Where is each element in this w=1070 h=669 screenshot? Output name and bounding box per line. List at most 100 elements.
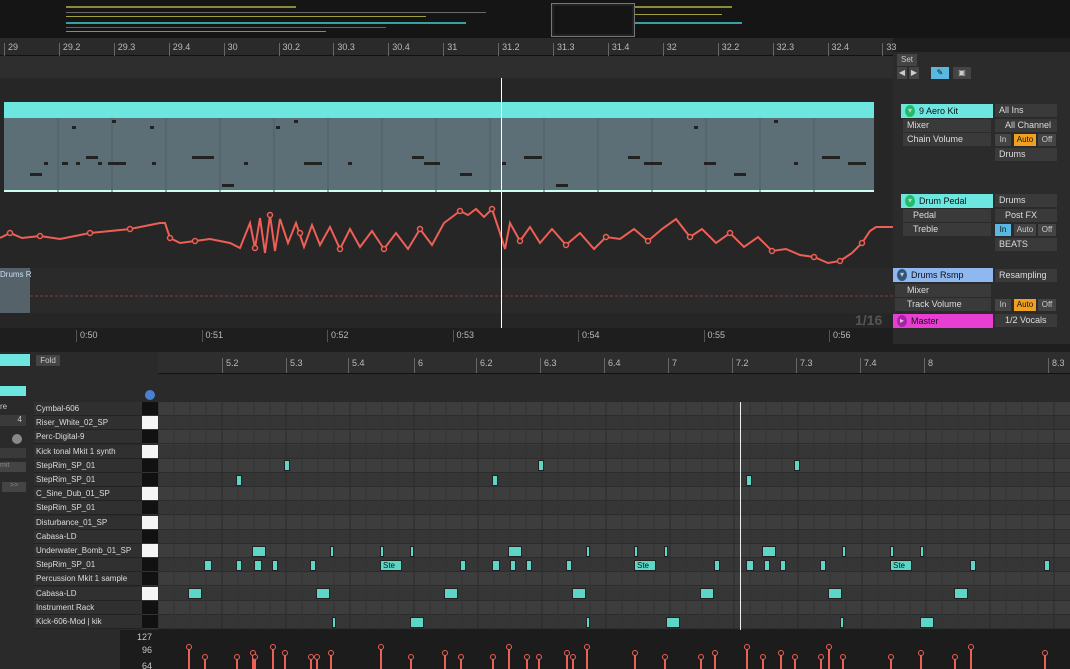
- set-button[interactable]: Set: [897, 54, 917, 66]
- edit-mode-icon[interactable]: ✎: [931, 67, 949, 79]
- piano-key[interactable]: [142, 572, 158, 587]
- drum-pad-label[interactable]: Percussion Mkit 1 sample: [34, 572, 142, 587]
- velocity-stem[interactable]: [508, 647, 510, 669]
- track1-param-select[interactable]: Chain Volume: [903, 133, 991, 146]
- track-title-drums-rsmp[interactable]: Drums Rsmp: [893, 268, 993, 282]
- midi-note[interactable]: [634, 545, 638, 557]
- settings-icon[interactable]: [12, 434, 22, 444]
- midi-note[interactable]: [510, 559, 516, 571]
- velocity-handle[interactable]: [270, 644, 276, 650]
- midi-note[interactable]: [410, 616, 424, 628]
- track1-output-select[interactable]: Drums: [995, 148, 1057, 161]
- midi-clip-header[interactable]: [4, 102, 874, 118]
- midi-note[interactable]: [828, 588, 842, 600]
- midi-note[interactable]: [316, 588, 330, 600]
- velocity-stem[interactable]: [970, 647, 972, 669]
- velocity-handle[interactable]: [524, 654, 530, 660]
- track1-device-select[interactable]: Mixer: [903, 119, 991, 132]
- track2-monitor-in[interactable]: In: [995, 224, 1011, 236]
- midi-note[interactable]: [970, 559, 976, 571]
- arrangement-playhead[interactable]: [501, 78, 502, 328]
- velocity-handle[interactable]: [632, 650, 638, 656]
- midi-note[interactable]: [780, 559, 786, 571]
- midi-note[interactable]: [762, 545, 776, 557]
- drum-pad-label[interactable]: Cabasa-LD: [34, 529, 142, 544]
- velocity-handle[interactable]: [792, 654, 798, 660]
- midi-note[interactable]: [714, 559, 720, 571]
- commit-button[interactable]: mit: [0, 462, 26, 472]
- track2-group-select[interactable]: BEATS: [995, 238, 1057, 251]
- track3-monitor-auto[interactable]: Auto: [1014, 299, 1036, 311]
- midi-note[interactable]: [794, 460, 800, 472]
- midi-note[interactable]: [586, 545, 590, 557]
- piano-key[interactable]: [142, 558, 158, 573]
- velocity-handle[interactable]: [662, 654, 668, 660]
- drum-pad-label[interactable]: C_Sine_Dub_01_SP: [34, 487, 142, 502]
- velocity-handle[interactable]: [458, 654, 464, 660]
- drums-r-clip[interactable]: Drums R: [0, 268, 32, 313]
- velocity-stem[interactable]: [828, 647, 830, 669]
- track3-input-select[interactable]: Resampling: [995, 269, 1057, 282]
- piano-key[interactable]: [142, 473, 158, 487]
- velocity-stem[interactable]: [272, 647, 274, 669]
- drum-pad-label[interactable]: StepRim_SP_01: [34, 558, 142, 573]
- drum-pad-label[interactable]: Kick-606-Mod | kik: [34, 615, 142, 629]
- velocity-lane[interactable]: [158, 630, 1070, 669]
- midi-note[interactable]: [492, 559, 500, 571]
- velocity-handle[interactable]: [888, 654, 894, 660]
- velocity-stem[interactable]: [380, 647, 382, 669]
- velocity-handle[interactable]: [490, 654, 496, 660]
- drum-pad-label[interactable]: StepRim_SP_01: [34, 458, 142, 473]
- velocity-handle[interactable]: [952, 654, 958, 660]
- nav-right-icon[interactable]: ▶: [909, 67, 919, 79]
- track2-monitor-auto[interactable]: Auto: [1014, 224, 1036, 236]
- track1-monitor-in[interactable]: In: [995, 134, 1011, 146]
- piano-key[interactable]: [142, 458, 158, 473]
- midi-note[interactable]: [330, 545, 334, 557]
- midi-note[interactable]: [538, 460, 544, 472]
- track1-channel-select[interactable]: All Channel: [995, 119, 1057, 132]
- velocity-handle[interactable]: [826, 644, 832, 650]
- velocity-stem[interactable]: [586, 647, 588, 669]
- velocity-handle[interactable]: [564, 650, 570, 656]
- piano-key[interactable]: [142, 529, 158, 544]
- lock-icon[interactable]: ▣: [953, 67, 971, 79]
- track1-monitor-off[interactable]: Off: [1038, 134, 1056, 146]
- midi-note[interactable]: [236, 559, 242, 571]
- midi-note[interactable]: [444, 588, 458, 600]
- midi-note[interactable]: [746, 559, 754, 571]
- arrangement-overview[interactable]: [0, 0, 1070, 38]
- midi-note[interactable]: [920, 545, 924, 557]
- midi-note[interactable]: [746, 474, 752, 486]
- piano-key[interactable]: [142, 416, 158, 431]
- drum-pad-label[interactable]: Disturbance_01_SP: [34, 515, 142, 530]
- velocity-handle[interactable]: [778, 650, 784, 656]
- midi-note[interactable]: [508, 545, 522, 557]
- track2-output-select[interactable]: Drums: [995, 194, 1057, 207]
- midi-note[interactable]: [840, 616, 844, 628]
- master-output-select[interactable]: 1/2 Vocals: [995, 314, 1057, 327]
- midi-note[interactable]: [272, 559, 278, 571]
- midi-note[interactable]: [310, 559, 316, 571]
- midi-note[interactable]: [460, 559, 466, 571]
- piano-key[interactable]: [142, 515, 158, 530]
- midi-note[interactable]: [410, 545, 414, 557]
- piano-key[interactable]: [142, 430, 158, 445]
- midi-note[interactable]: [332, 616, 336, 628]
- clip-color-bar[interactable]: [0, 354, 30, 366]
- track3-param-select[interactable]: Track Volume: [895, 298, 991, 311]
- midi-note[interactable]: [204, 559, 212, 571]
- velocity-handle[interactable]: [818, 654, 824, 660]
- velocity-stem[interactable]: [746, 647, 748, 669]
- loop-bar[interactable]: [0, 56, 893, 78]
- velocity-handle[interactable]: [186, 644, 192, 650]
- velocity-handle[interactable]: [536, 654, 542, 660]
- fold-track3-icon[interactable]: ▾: [897, 269, 907, 281]
- expand-button[interactable]: >>: [2, 482, 26, 492]
- velocity-handle[interactable]: [712, 650, 718, 656]
- drum-pad-label[interactable]: Perc-Digital-9: [34, 430, 142, 445]
- velocity-handle[interactable]: [584, 644, 590, 650]
- midi-note[interactable]: [664, 545, 668, 557]
- midi-note[interactable]: Ste: [634, 559, 656, 571]
- midi-note[interactable]: [700, 588, 714, 600]
